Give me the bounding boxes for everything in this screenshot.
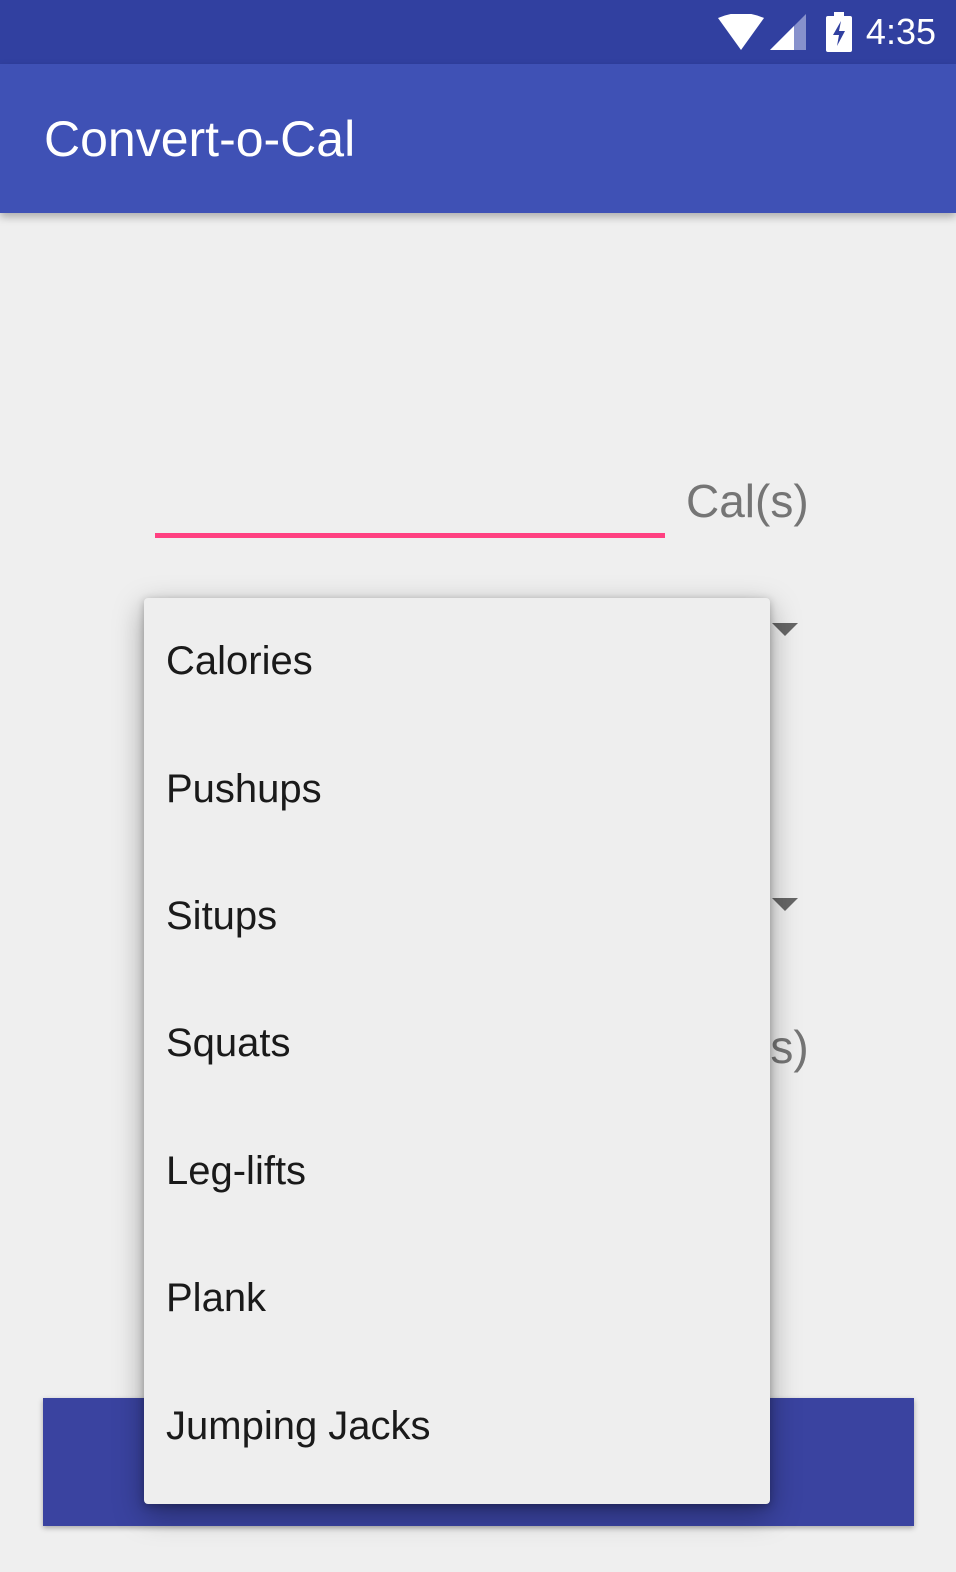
status-icons: 4:35 xyxy=(717,10,936,54)
dropdown-item-calories[interactable]: Calories xyxy=(144,598,770,725)
status-bar: 4:35 xyxy=(0,0,956,64)
unit-label: Cal(s) xyxy=(686,475,809,527)
to-spinner-arrow-icon[interactable] xyxy=(772,898,798,911)
dropdown-item-pushups[interactable]: Pushups xyxy=(144,725,770,852)
dropdown-item-squats[interactable]: Squats xyxy=(144,980,770,1107)
battery-charging-icon xyxy=(825,12,852,52)
dropdown-item-plank[interactable]: Plank xyxy=(144,1235,770,1362)
exercise-dropdown-menu[interactable]: Calories Pushups Situps Squats Leg-lifts… xyxy=(144,598,770,1504)
app-title: Convert-o-Cal xyxy=(44,111,356,167)
cell-signal-icon xyxy=(769,14,806,50)
from-spinner-arrow-icon[interactable] xyxy=(772,623,798,636)
amount-input[interactable] xyxy=(155,460,665,538)
dropdown-item-leg-lifts[interactable]: Leg-lifts xyxy=(144,1108,770,1235)
clock: 4:35 xyxy=(865,11,936,52)
wifi-icon xyxy=(717,14,764,50)
app-bar: Convert-o-Cal xyxy=(0,64,956,213)
dropdown-item-situps[interactable]: Situps xyxy=(144,853,770,980)
dropdown-item-jumping-jacks[interactable]: Jumping Jacks xyxy=(144,1362,770,1489)
